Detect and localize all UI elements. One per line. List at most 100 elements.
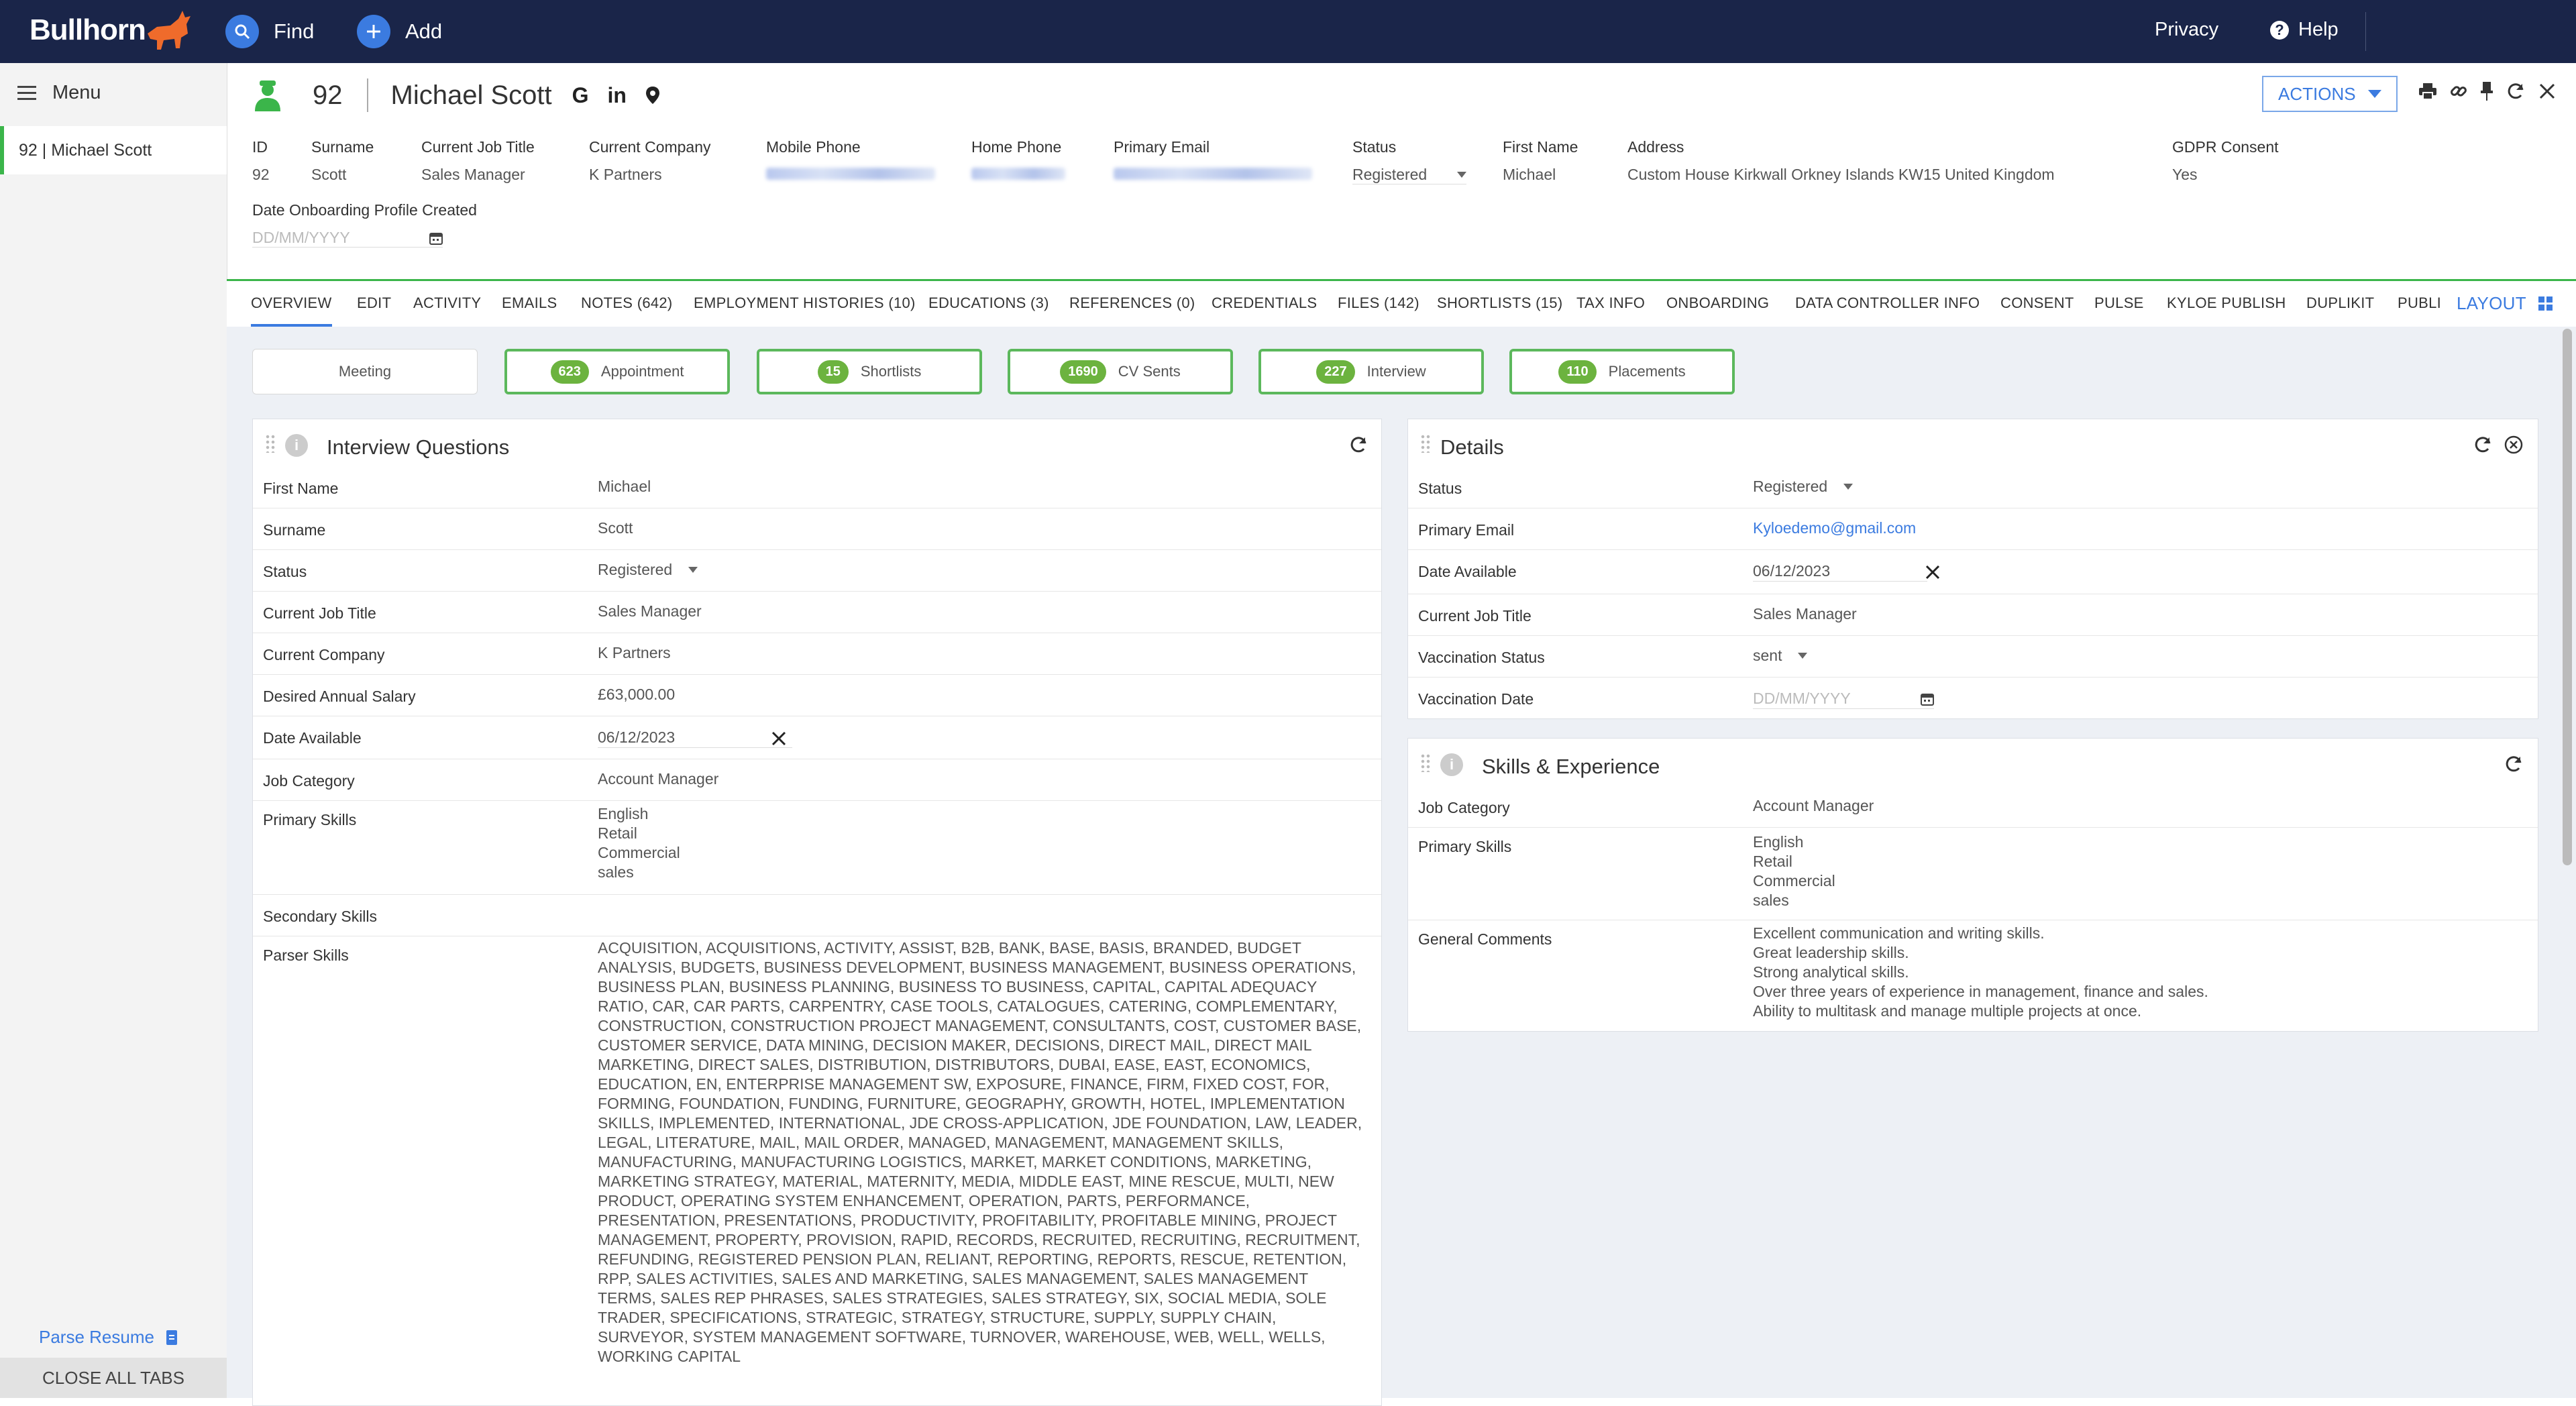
refresh-icon[interactable]: [2504, 755, 2523, 773]
close-icon[interactable]: [2538, 83, 2556, 100]
refresh-icon[interactable]: [2506, 82, 2525, 101]
row-vaccination-status: Vaccination Status sent: [1408, 635, 2538, 678]
tab-emails[interactable]: EMAILS: [502, 294, 557, 312]
tab-duplikit[interactable]: DUPLIKIT: [2306, 294, 2374, 312]
document-icon: [166, 1330, 177, 1345]
counter-shortlists[interactable]: 15 Shortlists: [757, 349, 982, 394]
info-icon[interactable]: i: [285, 434, 308, 457]
tab-files[interactable]: FILES (142): [1338, 294, 1419, 312]
row-current-job-title: Current Job Title Sales Manager: [1408, 594, 2538, 636]
email-link[interactable]: Kyloedemo@gmail.com: [1753, 519, 1916, 538]
linkedin-icon[interactable]: in: [608, 83, 627, 108]
counter-placements[interactable]: 110 Placements: [1509, 349, 1735, 394]
info-icon[interactable]: i: [1440, 753, 1463, 776]
close-circle-icon[interactable]: [2504, 435, 2523, 454]
tab-onboarding[interactable]: ONBOARDING: [1666, 294, 1769, 312]
counter-interview[interactable]: 227 Interview: [1258, 349, 1484, 394]
close-all-tabs-button[interactable]: CLOSE ALL TABS: [0, 1358, 227, 1398]
tab-employment-histories[interactable]: EMPLOYMENT HISTORIES (10): [694, 294, 916, 312]
counter-appointment[interactable]: 623 Appointment: [504, 349, 730, 394]
row-label: Current Job Title: [263, 604, 376, 622]
clear-date-icon[interactable]: [1925, 564, 1941, 580]
row-vaccination-date: Vaccination Date DD/MM/YYYY: [1408, 677, 2538, 718]
tab-overview[interactable]: OVERVIEW: [251, 294, 332, 327]
row-value: 06/12/2023: [598, 728, 676, 746]
row-label: Status: [263, 563, 307, 580]
caret-down-icon: [688, 567, 698, 573]
status-select[interactable]: Registered: [1352, 166, 1466, 184]
tab-pulse[interactable]: PULSE: [2094, 294, 2144, 312]
tab-data-controller-info[interactable]: DATA CONTROLLER INFO: [1795, 294, 1980, 312]
row-general-comments: General Comments Excellent communication …: [1408, 920, 2538, 1031]
link-icon[interactable]: [2450, 83, 2467, 100]
date-input[interactable]: 06/12/2023: [598, 728, 792, 748]
field-value: 92: [252, 166, 270, 183]
calendar-icon[interactable]: [429, 231, 443, 245]
help-link[interactable]: ? Help: [2270, 19, 2339, 41]
row-value: Registered: [598, 561, 673, 578]
bullhorn-logo[interactable]: Bullhorn: [30, 13, 146, 47]
parse-resume-link[interactable]: Parse Resume: [39, 1327, 178, 1348]
tab-publi-truncated[interactable]: PUBLI: [2398, 294, 2441, 312]
row-label: Surname: [263, 521, 326, 539]
counter-meeting[interactable]: Meeting: [252, 349, 478, 394]
row-label: Desired Annual Salary: [263, 688, 416, 705]
row-label: General Comments: [1418, 930, 1552, 948]
count-badge: 623: [550, 360, 589, 384]
drag-handle-icon[interactable]: [1420, 434, 1431, 453]
open-record-tab[interactable]: 92 | Michael Scott: [0, 126, 227, 174]
tab-shortlists[interactable]: SHORTLISTS (15): [1437, 294, 1562, 312]
calendar-icon[interactable]: [1921, 692, 1934, 706]
scrollbar[interactable]: [2563, 329, 2572, 865]
add-button[interactable]: Add: [357, 15, 442, 48]
field-id: ID 92: [252, 138, 270, 184]
tab-activity[interactable]: ACTIVITY: [413, 294, 481, 312]
status-select[interactable]: Registered: [598, 560, 698, 580]
vaccination-status-select[interactable]: sent: [1753, 646, 1808, 665]
menu-button[interactable]: Menu: [17, 82, 101, 104]
layout-button[interactable]: LAYOUT: [2457, 293, 2553, 314]
field-label: ID: [252, 138, 268, 156]
google-icon[interactable]: G: [572, 83, 589, 108]
search-icon: [225, 15, 259, 48]
record-id: 92: [313, 80, 343, 110]
refresh-icon[interactable]: [2473, 435, 2492, 454]
field-label: Mobile Phone: [766, 138, 861, 156]
drag-handle-icon[interactable]: [265, 434, 276, 453]
privacy-link[interactable]: Privacy: [2155, 19, 2218, 41]
row-label: Primary Skills: [1418, 838, 1512, 855]
help-label: Help: [2298, 19, 2339, 40]
date-input[interactable]: DD/MM/YYYY: [1753, 689, 1934, 709]
tab-tax-info[interactable]: TAX INFO: [1576, 294, 1645, 312]
row-label: Vaccination Date: [1418, 690, 1534, 708]
field-date-onboarding: Date Onboarding Profile Created DD/MM/YY…: [252, 201, 477, 248]
actions-dropdown[interactable]: ACTIONS: [2262, 76, 2398, 112]
refresh-icon[interactable]: [1349, 435, 1368, 454]
row-value: English Retail Commercial sales: [598, 805, 680, 881]
date-input[interactable]: 06/12/2023: [1753, 561, 1927, 582]
status-select[interactable]: Registered: [1753, 477, 1854, 496]
print-icon[interactable]: [2419, 83, 2436, 99]
date-placeholder: DD/MM/YYYY: [252, 229, 350, 246]
row-value: K Partners: [598, 644, 671, 661]
tab-references[interactable]: REFERENCES (0): [1069, 294, 1195, 312]
tab-consent[interactable]: CONSENT: [2000, 294, 2074, 312]
counter-cv-sents[interactable]: 1690 CV Sents: [1008, 349, 1233, 394]
grid-icon: [2538, 296, 2553, 311]
tab-edit[interactable]: EDIT: [357, 294, 391, 312]
tab-educations[interactable]: EDUCATIONS (3): [928, 294, 1049, 312]
social-icons: G in: [572, 83, 660, 108]
field-value: Michael: [1503, 166, 1556, 183]
tab-kyloe-publish[interactable]: KYLOE PUBLISH: [2167, 294, 2286, 312]
drag-handle-icon[interactable]: [1420, 753, 1431, 772]
tab-notes[interactable]: NOTES (642): [581, 294, 673, 312]
date-input[interactable]: DD/MM/YYYY: [252, 229, 443, 248]
find-button[interactable]: Find: [225, 15, 314, 48]
counter-label: CV Sents: [1118, 363, 1181, 380]
pin-icon[interactable]: [2481, 82, 2493, 101]
clear-date-icon[interactable]: [771, 731, 787, 747]
field-value: Custom House Kirkwall Orkney Islands KW1…: [1627, 166, 2055, 183]
tab-credentials[interactable]: CREDENTIALS: [1212, 294, 1317, 312]
row-primary-skills: Primary Skills English Retail Commercial …: [1408, 827, 2538, 920]
map-pin-icon[interactable]: [645, 86, 660, 105]
